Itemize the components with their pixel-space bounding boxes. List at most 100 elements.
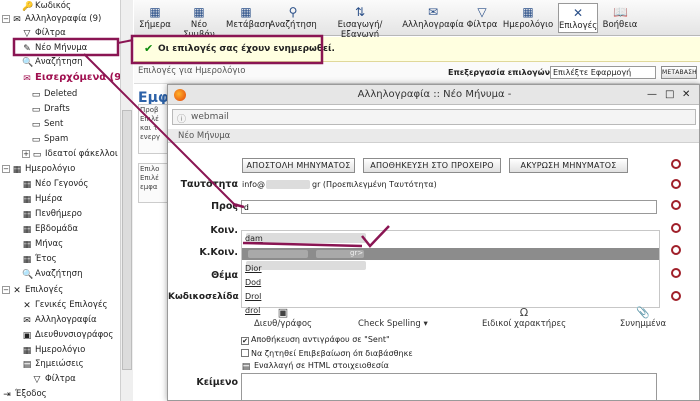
sidebar-item-options[interactable]: − ✕ Επιλογές — [2, 284, 63, 296]
scrollbar-thumb[interactable] — [122, 110, 132, 370]
sidebar-item-week[interactable]: ▦ Εβδομάδα — [22, 223, 78, 235]
settings-icon[interactable] — [671, 159, 681, 169]
collapse-icon[interactable]: − — [2, 15, 10, 23]
special-chars-tool[interactable]: Ω Ειδικοί χαρακτήρες — [481, 306, 567, 330]
subject-icon[interactable] — [671, 268, 681, 278]
sidebar-item-logout[interactable]: ⇥ Έξοδος — [2, 388, 46, 400]
cancel-message-button[interactable]: ΑΚΥΡΩΣΗ ΜΗΝΥΜΑΤΟΣ — [509, 158, 628, 173]
firefox-icon — [174, 89, 186, 101]
sidebar-item-day[interactable]: ▦ Ημέρα — [22, 193, 63, 205]
autocomplete-item[interactable]: Drol — [245, 292, 261, 301]
send-button[interactable]: ΑΠΟΣΤΟΛΗ ΜΗΝΥΜΑΤΟΣ — [242, 158, 355, 173]
charset-icon[interactable] — [671, 291, 681, 301]
go-button[interactable]: ΜΕΤΑΒΑΣΗ — [661, 66, 697, 79]
to-addressbook-icon[interactable] — [671, 200, 681, 210]
sidebar-item-new-event[interactable]: ▦ Νέο Γεγονός — [22, 178, 89, 190]
notes-icon: ▤ — [22, 360, 32, 370]
collapse-icon[interactable]: − — [2, 286, 10, 294]
addressbook-tool[interactable]: ▣ Διευθ/γράφος — [245, 306, 321, 330]
maximize-icon[interactable]: □ — [665, 89, 674, 100]
workweek-icon: ▦ — [22, 210, 32, 220]
toolbar-calendar-button[interactable]: ▦ Ημερολόγιο — [500, 3, 556, 33]
sidebar-item-mail-filters[interactable]: ▽ Φίλτρα — [22, 27, 66, 39]
site-info-icon: ⓘ — [177, 115, 187, 125]
autocomplete-item[interactable]: dam — [245, 234, 263, 243]
sidebar-item-filters-options[interactable]: ▽ Φίλτρα — [32, 373, 76, 385]
autocomplete-item-selected[interactable]: gr> — [242, 248, 659, 260]
to-label: Προς — [211, 201, 238, 212]
sidebar-item-inbox[interactable]: ✉ Εισερχόμενα (9 — [22, 72, 121, 84]
main-toolbar: ▦ Σήμερα ▦ Νέο Συμβάν ▦ Μετάβαση ⚲ Αναζήτηση… — [134, 0, 700, 40]
sidebar-item-year[interactable]: ▦ Έτος — [22, 253, 57, 265]
autocomplete-item[interactable]: Dod — [245, 278, 261, 287]
toolbar-mail-button[interactable]: ✉ Αλληλογραφία — [402, 3, 464, 33]
toolbar-search-button[interactable]: ⚲ Αναζήτηση — [268, 3, 318, 33]
bcc-addressbook-icon[interactable] — [671, 245, 681, 255]
toolbar-import-export-button[interactable]: ⇅ Εισαγωγή/Εξαγωγή — [320, 3, 400, 40]
to-input[interactable] — [241, 200, 657, 214]
new-event-icon: ▦ — [193, 5, 205, 19]
checkbox-unchecked[interactable] — [241, 349, 249, 357]
checkbox-checked[interactable]: ✔ — [241, 337, 249, 345]
sidebar-item-month[interactable]: ▦ Μήνας — [22, 238, 63, 250]
attachments-tool[interactable]: 📎 Συνημμένα — [615, 307, 671, 330]
popup-titlebar[interactable]: Αλληλογραφία :: Νέο Μήνυμα - — [168, 85, 699, 105]
url-bar[interactable]: ⓘ webmail — [172, 109, 696, 125]
toolbar-options-button[interactable]: ✕ Επιλογές — [558, 3, 598, 33]
addressbook-icon: ▣ — [277, 306, 289, 319]
close-icon[interactable]: ✕ — [682, 89, 690, 100]
sidebar-item-calendar-search[interactable]: 🔍 Αναζήτηση — [22, 268, 82, 280]
folder-icon: ▭ — [31, 90, 41, 100]
toolbar-goto-button[interactable]: ▦ Μετάβαση — [226, 3, 270, 33]
sidebar-item-mail[interactable]: − ✉ Αλληλογραφία (9) — [2, 13, 101, 25]
sidebar-item-workweek[interactable]: ▦ Πενθήμερο — [22, 208, 82, 220]
filter-icon: ▽ — [23, 29, 31, 39]
toolbar-filters-button[interactable]: ▽ Φίλτρα — [466, 3, 498, 33]
toolbar-new-event-button[interactable]: ▦ Νέο Συμβάν — [174, 3, 224, 40]
identity-settings-icon[interactable] — [671, 179, 681, 189]
sidebar-item-addressbook-options[interactable]: ▣ Διευθυνσιογράφος — [22, 329, 114, 341]
sidebar-item-virtual-folders[interactable]: + ▭ Ιδεατοί φάκελλοι — [22, 148, 118, 160]
html-toggle-link[interactable]: ▤ Εναλλαγή σε HTML στοιχειοθεσία — [241, 361, 389, 372]
minimize-icon[interactable]: — — [647, 89, 657, 100]
special-chars-icon: Ω — [519, 306, 529, 319]
general-options-icon: ✕ — [23, 301, 31, 311]
subject-label: Θέμα — [211, 270, 238, 281]
redacted-entry — [248, 250, 308, 258]
goto-icon: ▦ — [240, 5, 252, 19]
sidebar-item-mail-search[interactable]: 🔍 Αναζήτηση — [22, 56, 82, 68]
body-textarea[interactable] — [241, 373, 657, 400]
sidebar-item-notes-options[interactable]: ▤ Σημειώσεις — [22, 358, 84, 370]
sidebar-item-sent[interactable]: ▭ Sent — [31, 118, 64, 130]
check-spelling-tool[interactable]: Check Spelling ▾ — [358, 319, 428, 329]
addressbook-icon: ▣ — [22, 331, 32, 341]
day-icon: ▦ — [22, 195, 32, 205]
chevron-down-icon: ▾ — [423, 319, 428, 329]
save-draft-button[interactable]: ΑΠΟΘΗΚΕΥΣΗ ΣΤΟ ΠΡΟΧΕΙΡΟ — [363, 158, 501, 173]
calendar-icon: ▦ — [22, 346, 32, 356]
search-icon: ⚲ — [288, 5, 298, 19]
save-copy-checkbox[interactable]: ✔ Αποθήκευση αντιγράφου σε "Sent" — [241, 335, 390, 345]
expand-icon[interactable]: + — [22, 150, 30, 158]
sidebar-item-general-options[interactable]: ✕ Γενικές Επιλογές — [22, 299, 107, 311]
sidebar-item-password[interactable]: 🔑 Κωδικός — [22, 0, 71, 12]
toolbar-help-button[interactable]: 📖 Βοήθεια — [600, 3, 640, 33]
sidebar-item-drafts[interactable]: ▭ Drafts — [31, 103, 70, 115]
sidebar-item-spam[interactable]: ▭ Spam — [31, 133, 69, 145]
sidebar-item-calendar[interactable]: − ▦ Ημερολόγιο — [2, 163, 75, 175]
cc-addressbook-icon[interactable] — [671, 223, 681, 233]
read-receipt-checkbox[interactable]: Να ζητηθεί Επιβεβαίωση όπ διαβάσθηκε — [241, 349, 413, 358]
identity-label: Ταυτότητα — [180, 179, 238, 190]
autocomplete-item[interactable]: Dior — [245, 264, 262, 273]
sidebar-item-calendar-options[interactable]: ▦ Ημερολόγιο — [22, 344, 86, 356]
toolbar-today-button[interactable]: ▦ Σήμερα — [138, 3, 172, 33]
sidebar-item-mail-options[interactable]: ✉ Αλληλογραφία — [22, 314, 96, 326]
sidebar-item-new-message[interactable]: ✎ Νέο Μήνυμα — [22, 42, 87, 54]
sidebar-scrollbar[interactable] — [120, 0, 133, 401]
calendar-icon: ▦ — [522, 5, 534, 19]
application-select[interactable]: Επιλέξτε Εφαρμογή — [550, 66, 656, 79]
notice-text: Οι επιλογές σας έχουν ενημερωθεί. — [158, 44, 335, 54]
charset-label: Κωδικοσελίδα — [168, 292, 239, 302]
collapse-icon[interactable]: − — [2, 165, 10, 173]
sidebar-item-deleted[interactable]: ▭ Deleted — [31, 88, 78, 100]
